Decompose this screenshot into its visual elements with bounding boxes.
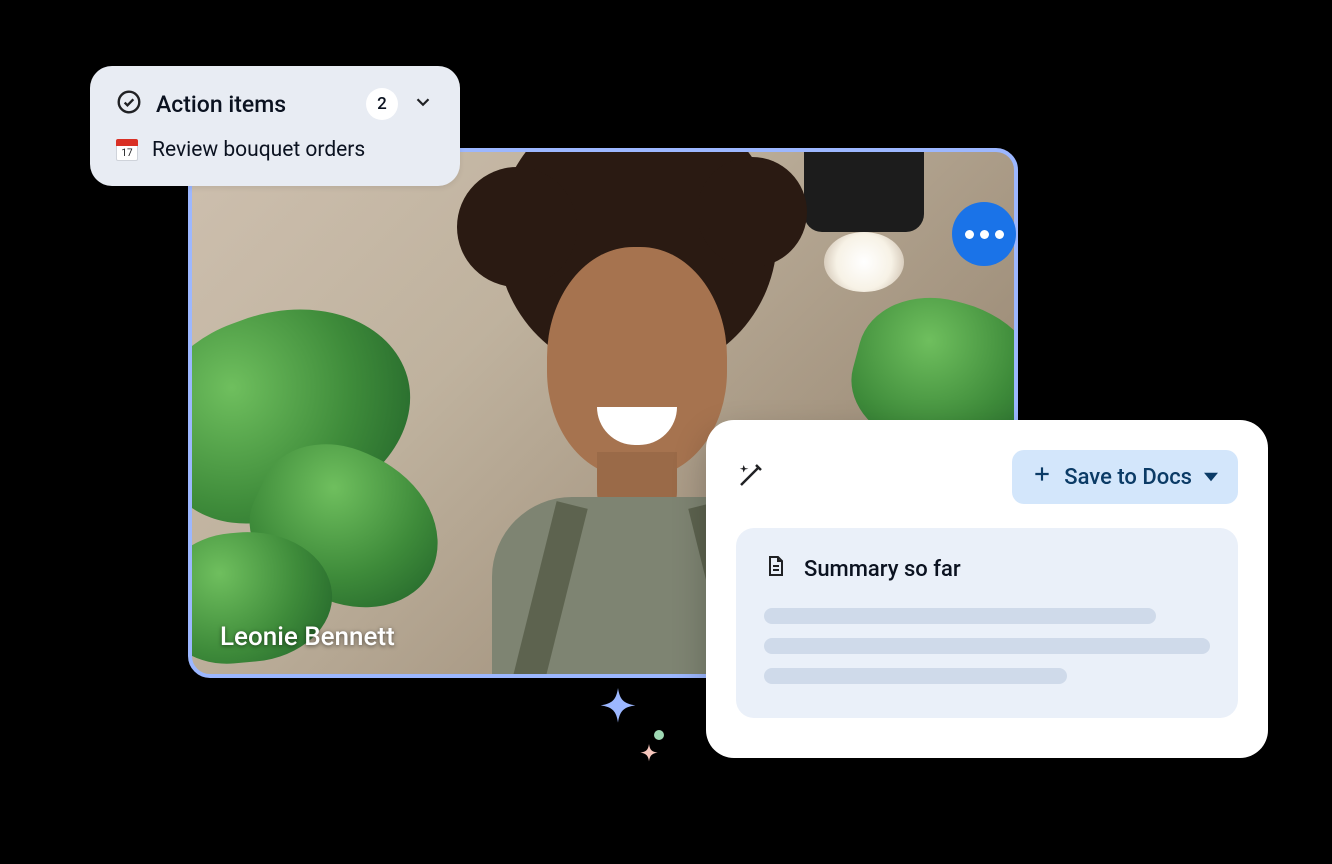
check-circle-icon bbox=[116, 89, 142, 119]
summary-section-title: Summary so far bbox=[804, 557, 961, 582]
light-bulb bbox=[824, 232, 904, 292]
dots-icon bbox=[995, 230, 1004, 239]
participant-name-label: Leonie Bennett bbox=[220, 622, 395, 652]
sparkle-icon bbox=[592, 688, 644, 744]
skeleton-line bbox=[764, 668, 1067, 684]
summary-body: Summary so far bbox=[736, 528, 1238, 718]
summary-card-header: Save to Docs bbox=[736, 450, 1238, 504]
sparkle-icon bbox=[636, 744, 662, 774]
action-items-card: Action items 2 17 Review bouquet orders bbox=[90, 66, 460, 186]
sparkle-dot bbox=[654, 730, 664, 740]
action-item-row[interactable]: 17 Review bouquet orders bbox=[116, 138, 434, 162]
document-icon bbox=[764, 554, 788, 584]
calendar-icon: 17 bbox=[116, 139, 138, 161]
save-to-docs-button[interactable]: Save to Docs bbox=[1012, 450, 1238, 504]
more-options-button[interactable] bbox=[952, 202, 1016, 266]
skeleton-line bbox=[764, 638, 1210, 654]
summary-placeholder-lines bbox=[764, 608, 1210, 684]
summary-card: Save to Docs Summary so far bbox=[706, 420, 1268, 758]
action-items-header[interactable]: Action items 2 bbox=[116, 88, 434, 120]
action-items-count-badge: 2 bbox=[366, 88, 398, 120]
chevron-down-icon[interactable] bbox=[412, 91, 434, 117]
dots-icon bbox=[965, 230, 974, 239]
summary-section-heading: Summary so far bbox=[764, 554, 1210, 584]
save-to-docs-label: Save to Docs bbox=[1064, 465, 1192, 490]
magic-wand-icon bbox=[736, 460, 766, 494]
dropdown-caret-icon bbox=[1204, 465, 1218, 490]
dots-icon bbox=[980, 230, 989, 239]
skeleton-line bbox=[764, 608, 1156, 624]
action-item-label: Review bouquet orders bbox=[152, 138, 365, 162]
ceiling-fixture bbox=[804, 148, 924, 232]
plus-icon bbox=[1032, 464, 1052, 490]
action-items-title: Action items bbox=[156, 91, 352, 118]
